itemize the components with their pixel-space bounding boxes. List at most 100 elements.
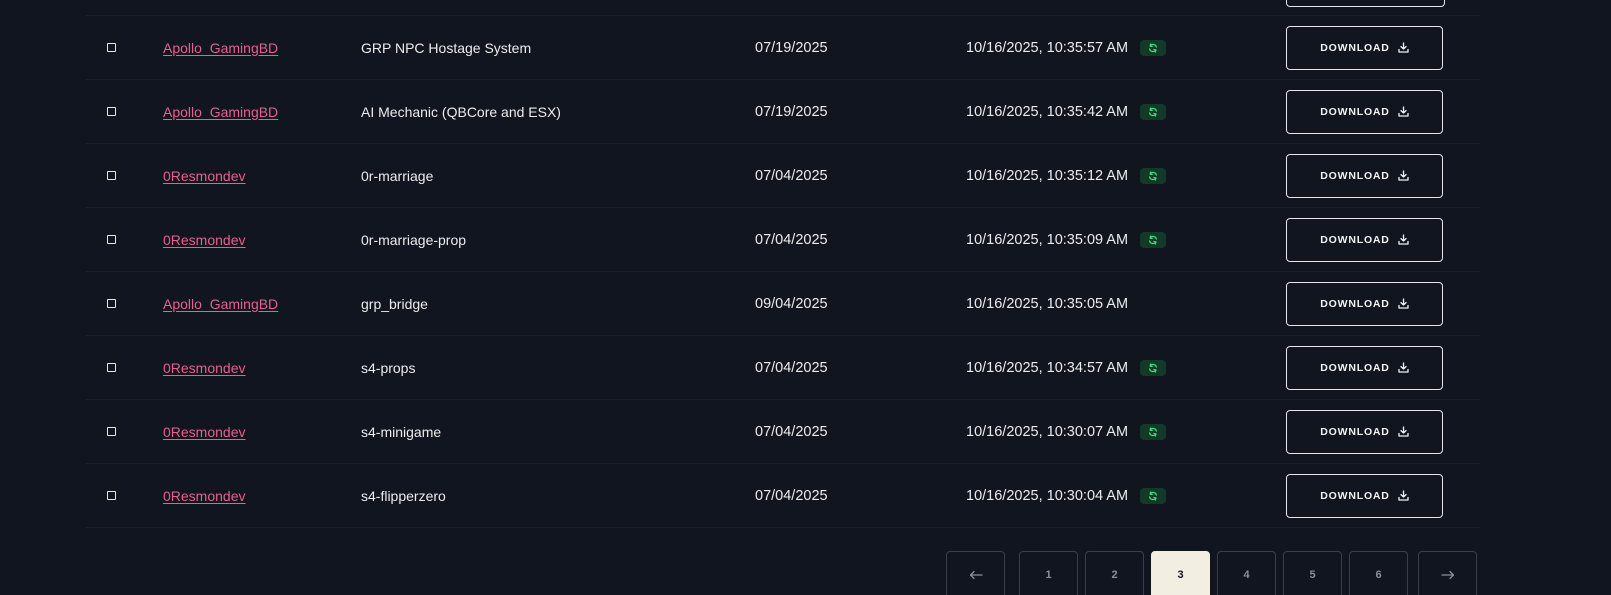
- next-page-button[interactable]: [1418, 551, 1477, 595]
- sync-icon: [1149, 362, 1158, 373]
- download-button-label: DOWNLOAD: [1320, 361, 1390, 374]
- download-button[interactable]: DOWNLOAD: [1286, 345, 1443, 390]
- author-cell: 0Resmondev: [163, 464, 246, 527]
- author-cell: Apollo_GamingBD: [163, 16, 278, 79]
- row-select-cell: [107, 16, 116, 79]
- updated-cell: 10/16/2025, 10:30:07 AM: [966, 400, 1167, 463]
- sync-status-badge: [1140, 103, 1167, 120]
- updated-timestamp: 10/16/2025, 10:35:09 AM: [966, 231, 1129, 248]
- table-row: 0Resmondev 0r-marriage-prop 07/04/2025 10/1…: [86, 208, 1480, 272]
- resource-name: s4-props: [361, 359, 416, 376]
- author-link[interactable]: 0Resmondev: [163, 360, 246, 376]
- author-link[interactable]: Apollo_GamingBD: [163, 40, 278, 56]
- action-cell: DOWNLOAD: [1286, 400, 1443, 463]
- row-select-cell: [107, 80, 116, 143]
- download-icon: [1398, 170, 1409, 181]
- download-button[interactable]: DOWNLOAD: [1286, 25, 1443, 70]
- action-cell: DOWNLOAD: [1286, 336, 1443, 399]
- release-date: 07/19/2025: [755, 39, 828, 56]
- download-button[interactable]: DOWNLOAD: [1286, 153, 1443, 198]
- previous-row-fragment: [86, 0, 1480, 16]
- author-link[interactable]: 0Resmondev: [163, 232, 246, 248]
- row-checkbox[interactable]: [107, 107, 116, 116]
- row-checkbox[interactable]: [107, 427, 116, 436]
- updated-cell: 10/16/2025, 10:30:04 AM: [966, 464, 1167, 527]
- arrow-right-icon: [1440, 570, 1454, 580]
- table-row: 0Resmondev s4-props 07/04/2025 10/16/2025, …: [86, 336, 1480, 400]
- resource-name: grp_bridge: [361, 295, 428, 312]
- sync-icon: [1149, 106, 1158, 117]
- author-link[interactable]: 0Resmondev: [163, 168, 246, 184]
- updated-cell: 10/16/2025, 10:34:57 AM: [966, 336, 1167, 399]
- updated-cell: 10/16/2025, 10:35:12 AM: [966, 144, 1167, 207]
- updated-cell: 10/16/2025, 10:35:42 AM: [966, 80, 1167, 143]
- author-cell: 0Resmondev: [163, 400, 246, 463]
- row-checkbox[interactable]: [107, 299, 116, 308]
- row-select-cell: [107, 400, 116, 463]
- table-row: Apollo_GamingBD AI Mechanic (QBCore and E…: [86, 80, 1480, 144]
- row-checkbox[interactable]: [107, 363, 116, 372]
- release-date: 07/04/2025: [755, 359, 828, 376]
- sync-icon: [1149, 170, 1158, 181]
- row-checkbox[interactable]: [107, 491, 116, 500]
- sync-status-badge: [1140, 167, 1167, 184]
- download-button[interactable]: DOWNLOAD: [1286, 409, 1443, 454]
- table-row: 0Resmondev s4-flipperzero 07/04/2025 10/16/…: [86, 464, 1480, 528]
- table-body: Apollo_GamingBD GRP NPC Hostage System 07/…: [86, 16, 1480, 528]
- updated-timestamp: 10/16/2025, 10:35:05 AM: [966, 295, 1129, 312]
- row-select-cell: [107, 464, 116, 527]
- download-button-label: DOWNLOAD: [1320, 489, 1390, 502]
- row-checkbox[interactable]: [107, 171, 116, 180]
- page-button-6[interactable]: 6: [1349, 551, 1408, 595]
- author-link[interactable]: Apollo_GamingBD: [163, 104, 278, 120]
- sync-status-badge: [1140, 423, 1167, 440]
- resource-name: GRP NPC Hostage System: [361, 39, 532, 56]
- row-checkbox[interactable]: [107, 235, 116, 244]
- updated-timestamp: 10/16/2025, 10:34:57 AM: [966, 359, 1129, 376]
- page-button-3[interactable]: 3: [1151, 551, 1210, 595]
- author-link[interactable]: 0Resmondev: [163, 424, 246, 440]
- sync-status-badge: [1140, 231, 1167, 248]
- page-button-1[interactable]: 1: [1019, 551, 1078, 595]
- download-icon: [1398, 42, 1409, 53]
- page-button-2[interactable]: 2: [1085, 551, 1144, 595]
- author-link[interactable]: 0Resmondev: [163, 488, 246, 504]
- prev-page-button[interactable]: [946, 551, 1005, 595]
- table-row: 0Resmondev s4-minigame 07/04/2025 10/16/202…: [86, 400, 1480, 464]
- table-row: Apollo_GamingBD GRP NPC Hostage System 07/…: [86, 16, 1480, 80]
- download-icon: [1398, 490, 1409, 501]
- action-cell: DOWNLOAD: [1286, 272, 1443, 335]
- author-cell: Apollo_GamingBD: [163, 272, 278, 335]
- page-button-4[interactable]: 4: [1217, 551, 1276, 595]
- previous-download-button-edge[interactable]: [1286, 0, 1445, 7]
- release-date: 07/04/2025: [755, 423, 828, 440]
- download-button[interactable]: DOWNLOAD: [1286, 281, 1443, 326]
- sync-icon: [1149, 490, 1158, 501]
- download-button[interactable]: DOWNLOAD: [1286, 217, 1443, 262]
- updated-timestamp: 10/16/2025, 10:35:42 AM: [966, 103, 1129, 120]
- action-cell: DOWNLOAD: [1286, 208, 1443, 271]
- download-button-label: DOWNLOAD: [1320, 233, 1390, 246]
- download-icon: [1398, 298, 1409, 309]
- author-cell: 0Resmondev: [163, 336, 246, 399]
- sync-status-badge: [1140, 487, 1167, 504]
- page-button-5[interactable]: 5: [1283, 551, 1342, 595]
- resource-table: Apollo_GamingBD GRP NPC Hostage System 07/…: [86, 0, 1480, 528]
- updated-cell: 10/16/2025, 10:35:57 AM: [966, 16, 1167, 79]
- action-cell: DOWNLOAD: [1286, 16, 1443, 79]
- sync-status-badge: [1140, 359, 1167, 376]
- resource-name: 0r-marriage-prop: [361, 231, 467, 248]
- download-button[interactable]: DOWNLOAD: [1286, 89, 1443, 134]
- resource-name: s4-minigame: [361, 423, 442, 440]
- updated-timestamp: 10/16/2025, 10:30:04 AM: [966, 487, 1129, 504]
- download-icon: [1398, 234, 1409, 245]
- download-button[interactable]: DOWNLOAD: [1286, 473, 1443, 518]
- page: Apollo_GamingBD GRP NPC Hostage System 07/…: [0, 0, 1611, 595]
- author-link[interactable]: Apollo_GamingBD: [163, 296, 278, 312]
- download-button-label: DOWNLOAD: [1320, 297, 1390, 310]
- sync-icon: [1149, 42, 1158, 53]
- resource-name: s4-flipperzero: [361, 487, 446, 504]
- download-button-label: DOWNLOAD: [1320, 41, 1390, 54]
- row-checkbox[interactable]: [107, 43, 116, 52]
- release-date: 07/04/2025: [755, 231, 828, 248]
